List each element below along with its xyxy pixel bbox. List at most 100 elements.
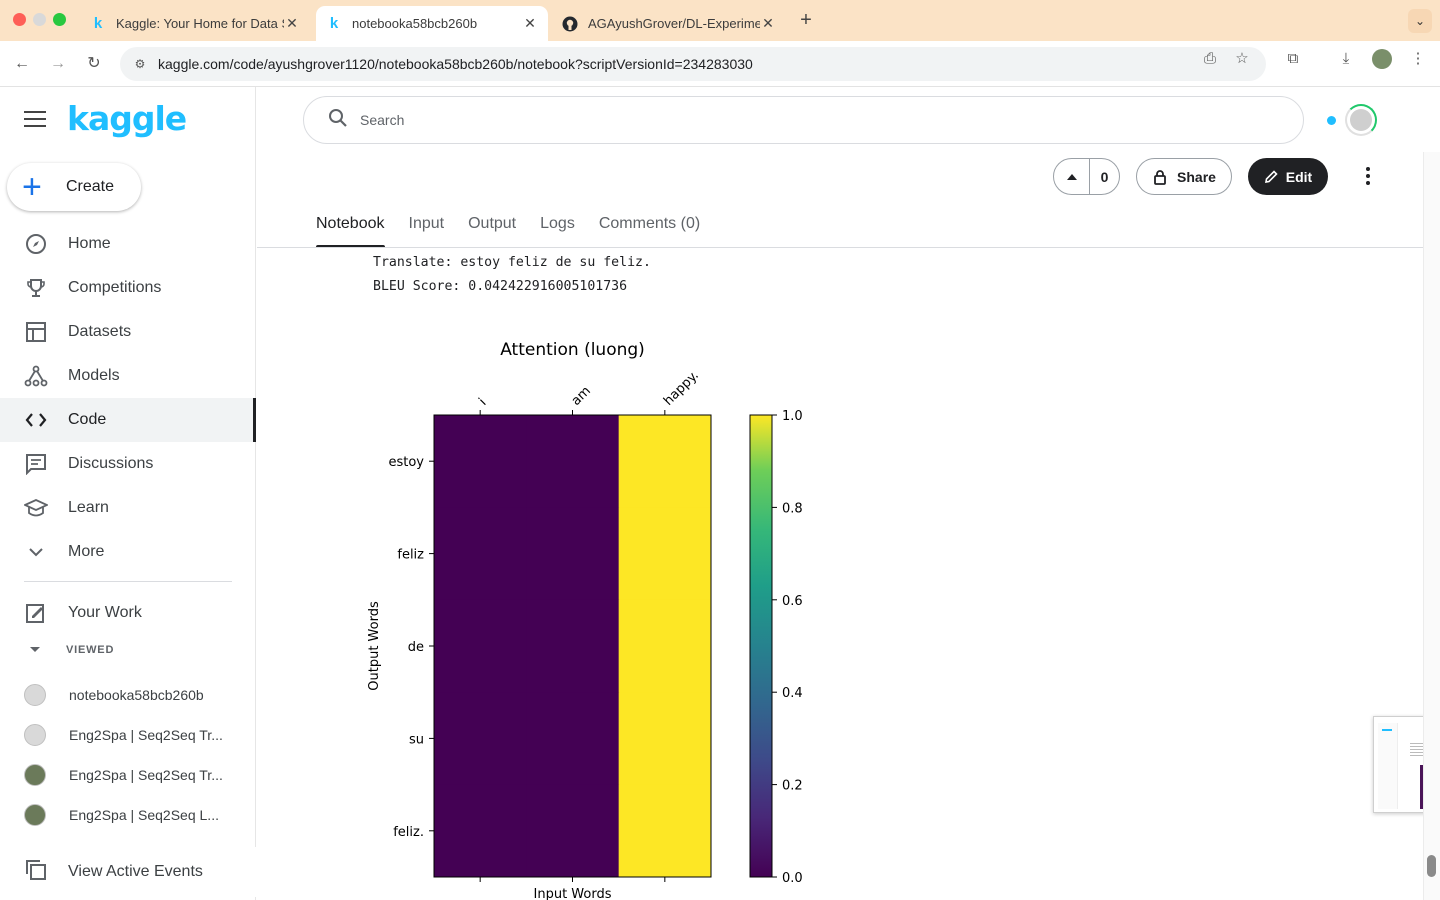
close-window-button[interactable] [13, 13, 26, 26]
y-tick-label: estoy [388, 455, 424, 470]
download-icon[interactable]: ⤓ [1336, 49, 1356, 69]
recent-item-label: Eng2Spa | Seq2Seq Tr... [69, 767, 223, 783]
sidebar-item-models[interactable]: Models [0, 354, 256, 398]
avatar [24, 804, 46, 826]
recent-item[interactable]: Eng2Spa | Seq2Seq Tr... [24, 760, 223, 790]
browser-tab-active[interactable]: k notebooka58bcb260b ✕ [316, 6, 548, 41]
viewed-section-header[interactable]: VIEWED [24, 643, 114, 657]
heatmap-cell [434, 507, 527, 601]
browser-menu-icon[interactable]: ⋮ [1408, 49, 1428, 69]
tab-logs[interactable]: Logs [540, 204, 575, 248]
view-active-events-label: View Active Events [68, 863, 203, 880]
sidebar-item-datasets[interactable]: Datasets [0, 310, 256, 354]
x-tick-label: am [569, 384, 594, 409]
user-avatar[interactable] [1345, 104, 1377, 136]
sidebar-item-label: Learn [68, 499, 109, 516]
sidebar-item-code[interactable]: Code [0, 398, 256, 442]
tab-comments[interactable]: Comments (0) [599, 204, 700, 248]
browser-tab[interactable]: k Kaggle: Your Home for Data S ✕ [80, 6, 310, 41]
minimize-window-button[interactable] [33, 13, 46, 26]
scrollbar-track[interactable] [1423, 152, 1440, 900]
recent-item[interactable]: notebooka58bcb260b [24, 680, 204, 710]
close-icon[interactable]: ✕ [760, 15, 776, 32]
sidebar-item-more[interactable]: More [0, 530, 256, 574]
hamburger-menu-icon[interactable] [24, 111, 46, 129]
browser-tab-title: AGAyushGrover/DL-Experime [588, 16, 760, 31]
pencil-icon [1264, 169, 1278, 183]
code-icon [24, 408, 48, 432]
sidebar-item-competitions[interactable]: Competitions [0, 266, 256, 310]
reload-icon[interactable]: ↻ [83, 53, 105, 75]
events-stack-icon [24, 858, 48, 887]
output-bleu-line: BLEU Score: 0.042422916005101736 [373, 279, 628, 294]
url-field[interactable]: ⚙ kaggle.com/code/ayushgrover1120/notebo… [120, 47, 1266, 81]
avatar [24, 684, 46, 706]
colorbar-tick-label: 0.8 [782, 501, 803, 516]
tab-output[interactable]: Output [468, 204, 516, 248]
search-input[interactable] [360, 112, 1260, 128]
upvote-button[interactable] [1054, 159, 1090, 194]
edit-button[interactable]: Edit [1248, 158, 1328, 195]
heatmap-cell [434, 415, 527, 508]
install-app-icon[interactable]: ⎙ [1200, 49, 1220, 69]
extensions-icon[interactable]: ⧉ [1283, 49, 1303, 69]
site-info-icon[interactable]: ⚙ [130, 57, 150, 71]
profile-avatar[interactable] [1372, 49, 1392, 69]
sidebar-item-learn[interactable]: Learn [0, 486, 256, 530]
tab-search-button[interactable]: ⌄ [1408, 9, 1432, 33]
vote-widget: 0 [1053, 158, 1120, 195]
new-tab-button[interactable]: + [795, 9, 817, 31]
github-icon [562, 16, 578, 32]
kaggle-logo[interactable]: kaggle [67, 99, 187, 138]
y-tick-label: feliz. [393, 825, 424, 840]
sidebar-item-label: Your Work [68, 604, 142, 621]
lock-icon [1154, 169, 1166, 185]
close-icon[interactable]: ✕ [284, 15, 300, 32]
browser-tab[interactable]: AGAyushGrover/DL-Experime ✕ [552, 6, 786, 41]
sidebar-item-your-work[interactable]: Your Work [0, 591, 256, 635]
sidebar-divider [24, 581, 232, 582]
recent-item-label: Eng2Spa | Seq2Seq Tr... [69, 727, 223, 743]
output-translate-line: Translate: estoy feliz de su feliz. [373, 255, 651, 270]
models-icon [24, 364, 48, 388]
colorbar-tick-label: 0.2 [782, 779, 803, 794]
browser-tab-title: notebooka58bcb260b [352, 16, 478, 31]
address-bar: ← → ↻ ⚙ kaggle.com/code/ayushgrover1120/… [0, 41, 1440, 87]
heatmap-cell [434, 692, 527, 786]
sidebar-item-discussions[interactable]: Discussions [0, 442, 256, 486]
chevron-down-icon [24, 540, 48, 564]
colorbar [749, 414, 773, 878]
create-button[interactable]: + Create [7, 163, 141, 211]
sidebar-item-home[interactable]: Home [0, 222, 256, 266]
more-options-icon[interactable] [1356, 163, 1380, 189]
kaggle-k-icon: k [93, 15, 103, 32]
search-bar[interactable] [303, 96, 1304, 144]
sidebar: kaggle + Create Home Competitions Datase… [0, 87, 256, 900]
view-active-events-button[interactable]: View Active Events [0, 847, 256, 897]
share-button[interactable]: Share [1136, 158, 1232, 195]
heatmap-cell [618, 692, 712, 786]
x-tick-label: happy. [661, 368, 702, 409]
heatmap-cell [526, 415, 620, 508]
scrollbar-thumb[interactable] [1427, 855, 1436, 877]
trophy-icon [24, 276, 48, 300]
forward-arrow-icon[interactable]: → [47, 53, 69, 75]
vote-count: 0 [1100, 168, 1109, 185]
recent-item[interactable]: Eng2Spa | Seq2Seq Tr... [24, 720, 223, 750]
colorbar-tick-label: 0.0 [782, 871, 803, 886]
back-arrow-icon[interactable]: ← [11, 53, 33, 75]
close-icon[interactable]: ✕ [522, 15, 538, 32]
sidebar-item-label: Discussions [68, 455, 154, 472]
recent-item-label: notebooka58bcb260b [69, 687, 204, 703]
attention-heatmap-chart: Attention (luong) i am happy. estoy feliz de su… [367, 340, 803, 900]
notebook-tabs: Notebook Input Output Logs Comments (0) [316, 204, 724, 248]
bookmark-star-icon[interactable]: ☆ [1232, 49, 1252, 69]
tab-notebook[interactable]: Notebook [316, 204, 385, 248]
recent-item[interactable]: Eng2Spa | Seq2Seq L... [24, 800, 219, 830]
zoom-window-button[interactable] [53, 13, 66, 26]
colorbar-tick-label: 0.4 [782, 686, 803, 701]
colorbar-tick-label: 0.6 [782, 594, 803, 609]
search-icon [328, 108, 352, 133]
tab-input[interactable]: Input [409, 204, 445, 248]
sidebar-item-label: More [68, 543, 105, 560]
